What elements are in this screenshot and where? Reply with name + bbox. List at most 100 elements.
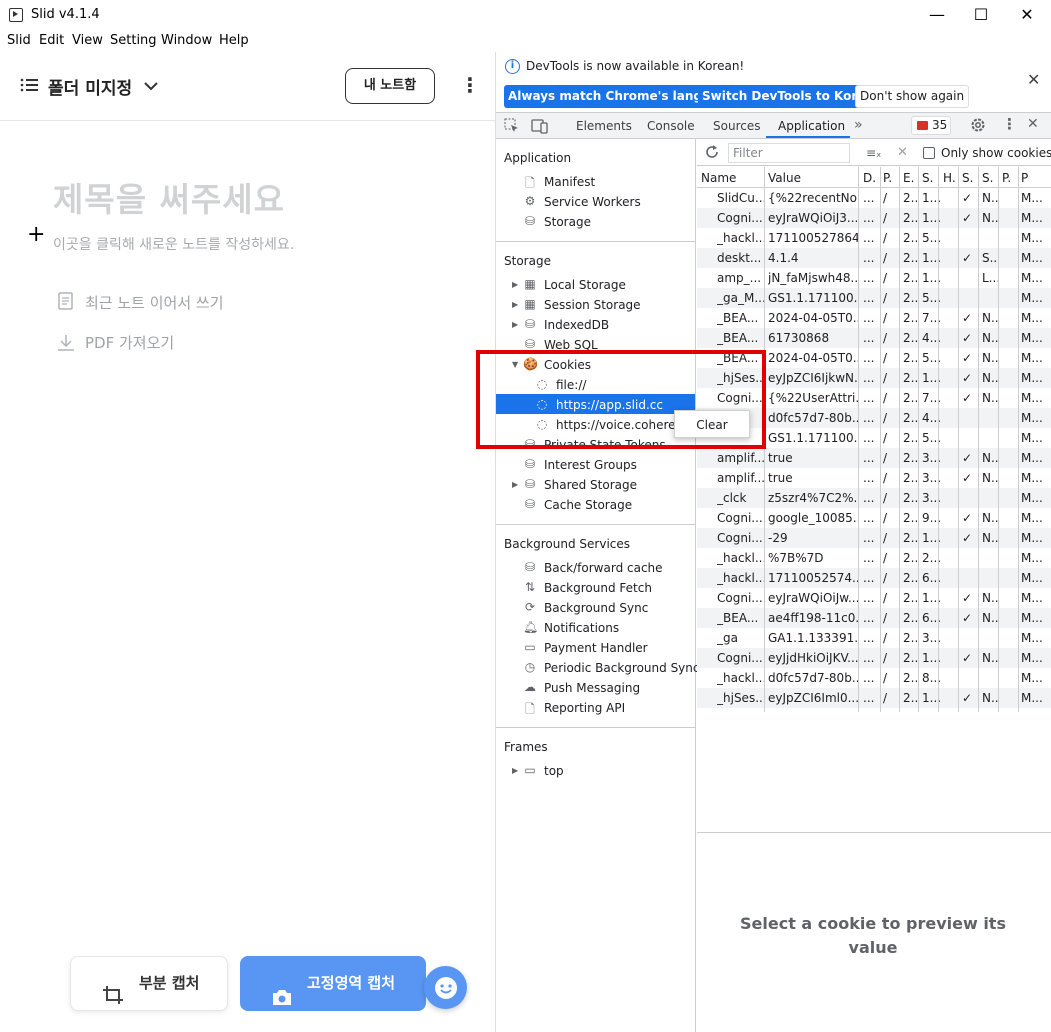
cookie-filter-input[interactable]: Filter [728, 143, 850, 163]
cookie-cell: ... [863, 691, 875, 705]
inspect-element-icon[interactable] [504, 118, 520, 137]
column-header[interactable]: Value [768, 171, 858, 185]
folder-selector[interactable]: 폴더 미지정 [48, 74, 132, 99]
cookie-cell: M... [1021, 271, 1043, 285]
more-options-icon[interactable]: ⋮ [460, 74, 480, 96]
more-tabs-icon[interactable]: » [854, 117, 863, 133]
column-header[interactable]: P [1021, 171, 1049, 185]
window-title: Slid v4.1.4 [31, 7, 100, 22]
column-divider[interactable] [938, 167, 939, 712]
cookie-cell: _ga_M... [717, 291, 765, 305]
sidebar-item-push-messaging[interactable]: Push Messaging [544, 681, 640, 695]
tab-console[interactable]: Console [647, 119, 695, 133]
sidebar-item-payment-handler[interactable]: Payment Handler [544, 641, 648, 655]
sidebar-item-shared-storage[interactable]: Shared Storage [544, 478, 637, 492]
partial-capture-button[interactable]: 부분 캡처 [70, 956, 228, 1011]
expand-triangle-icon[interactable]: ▶ [512, 480, 518, 489]
sidebar-item-background-sync[interactable]: Background Sync [544, 601, 648, 615]
sidebar-item-local-storage[interactable]: Local Storage [544, 278, 626, 292]
expand-triangle-icon[interactable]: ▶ [512, 300, 518, 309]
sidebar-item-reporting-api[interactable]: Reporting API [544, 701, 625, 715]
column-header[interactable]: H. [943, 171, 959, 185]
sidebar-item-session-storage[interactable]: Session Storage [544, 298, 641, 312]
tab-application[interactable]: Application [778, 119, 845, 133]
cookie-cell: 2... [903, 611, 919, 625]
column-header[interactable]: P. [1002, 171, 1018, 185]
cookie-cell: / [883, 431, 888, 445]
note-body-placeholder[interactable]: 이곳을 클릭해 새로운 노트를 작성하세요. [53, 234, 294, 254]
sidebar-item-manifest[interactable]: Manifest [544, 175, 595, 189]
column-header[interactable]: P. [883, 171, 899, 185]
continue-recent-note-button[interactable]: 최근 노트 이어서 쓰기 [85, 292, 224, 313]
menu-edit[interactable]: Edit [39, 33, 64, 48]
dont-show-again-button[interactable]: Don't show again [855, 85, 970, 108]
maximize-button[interactable]: ☐ [970, 5, 992, 25]
menu-help[interactable]: Help [219, 33, 249, 48]
chat-support-icon[interactable] [424, 966, 467, 1009]
sidebar-item-frame-top[interactable]: top [544, 764, 564, 778]
note-title-placeholder[interactable]: 제목을 써주세요 [53, 173, 285, 221]
tab-elements[interactable]: Elements [576, 119, 632, 133]
close-window-button[interactable]: ✕ [1016, 5, 1038, 25]
minimize-button[interactable]: — [926, 5, 948, 25]
only-show-cookies-checkbox[interactable] [923, 147, 935, 159]
import-pdf-button[interactable]: PDF 가져오기 [85, 332, 174, 353]
column-divider[interactable] [880, 167, 881, 712]
sidebar-item-indexeddb[interactable]: IndexedDB [544, 318, 609, 332]
column-header[interactable]: D. [863, 171, 879, 185]
sidebar-item-background-fetch[interactable]: Background Fetch [544, 581, 652, 595]
expand-triangle-icon[interactable]: ▶ [512, 280, 518, 289]
clear-filtered-icon[interactable]: ≡ₓ [866, 146, 881, 160]
my-notes-button[interactable]: 내 노트함 [345, 68, 435, 104]
column-divider[interactable] [958, 167, 959, 712]
cookie-cell: Cogni... [717, 531, 763, 545]
sidebar-item-back-forward-cache[interactable]: Back/forward cache [544, 561, 663, 575]
settings-gear-icon[interactable] [970, 117, 986, 136]
sidebar-item-storage[interactable]: Storage [544, 215, 591, 229]
cookie-cell: SlidCu... [717, 191, 765, 205]
fixed-area-capture-button[interactable]: 고정영역 캡처 [240, 956, 426, 1011]
column-divider[interactable] [899, 167, 900, 712]
refresh-icon[interactable] [704, 144, 720, 163]
delete-selected-icon[interactable]: ✕ [897, 145, 908, 160]
table-icon: ▦ [524, 297, 536, 311]
cookie-cell: ... [863, 651, 875, 665]
column-header[interactable]: S. [962, 171, 978, 185]
cookie-cell: ✓ [962, 471, 973, 485]
sidebar-item-interest-groups[interactable]: Interest Groups [544, 458, 637, 472]
cookie-cell: M... [1021, 451, 1043, 465]
devtools-menu-icon[interactable]: ⋮ [1002, 115, 1017, 133]
sidebar-item-service-workers[interactable]: Service Workers [544, 195, 641, 209]
menu-setting[interactable]: Setting [110, 33, 157, 48]
column-header[interactable]: Name [701, 171, 763, 185]
add-block-icon[interactable]: + [27, 222, 45, 247]
column-header[interactable]: E. [903, 171, 919, 185]
menu-view[interactable]: View [72, 33, 103, 48]
device-toolbar-icon[interactable] [531, 118, 549, 137]
sidebar-item-periodic-background-sync[interactable]: Periodic Background Sync [544, 661, 700, 675]
menu-window[interactable]: Window [161, 33, 212, 48]
error-count-badge[interactable]: 35 [911, 116, 951, 135]
cookie-cell: 2024-04-05T0... [768, 311, 858, 325]
expand-triangle-icon[interactable]: ▶ [512, 320, 518, 329]
sidebar-item-notifications[interactable]: Notifications [544, 621, 619, 635]
cloud-icon: ☁ [524, 680, 536, 694]
expand-triangle-icon[interactable]: ▶ [512, 766, 518, 775]
cookie-cell: / [883, 231, 888, 245]
chevron-down-icon[interactable] [144, 80, 158, 94]
column-divider[interactable] [1018, 167, 1019, 712]
cookie-cell: N... [982, 611, 998, 625]
tab-sources[interactable]: Sources [713, 119, 760, 133]
sidebar-item-cache-storage[interactable]: Cache Storage [544, 498, 632, 512]
column-divider[interactable] [858, 167, 859, 712]
column-divider[interactable] [918, 167, 919, 712]
menu-slid[interactable]: Slid [7, 33, 31, 48]
sidebar-section-storage: Storage [504, 254, 551, 268]
column-header[interactable]: S. [982, 171, 998, 185]
cookie-cell: N... [982, 651, 998, 665]
column-divider[interactable] [978, 167, 979, 712]
close-devtools-icon[interactable]: ✕ [1027, 116, 1039, 132]
cookie-cell: ae4ff198-11c0... [768, 611, 858, 625]
close-infobar-icon[interactable]: ✕ [1027, 70, 1040, 89]
column-divider[interactable] [998, 167, 999, 712]
